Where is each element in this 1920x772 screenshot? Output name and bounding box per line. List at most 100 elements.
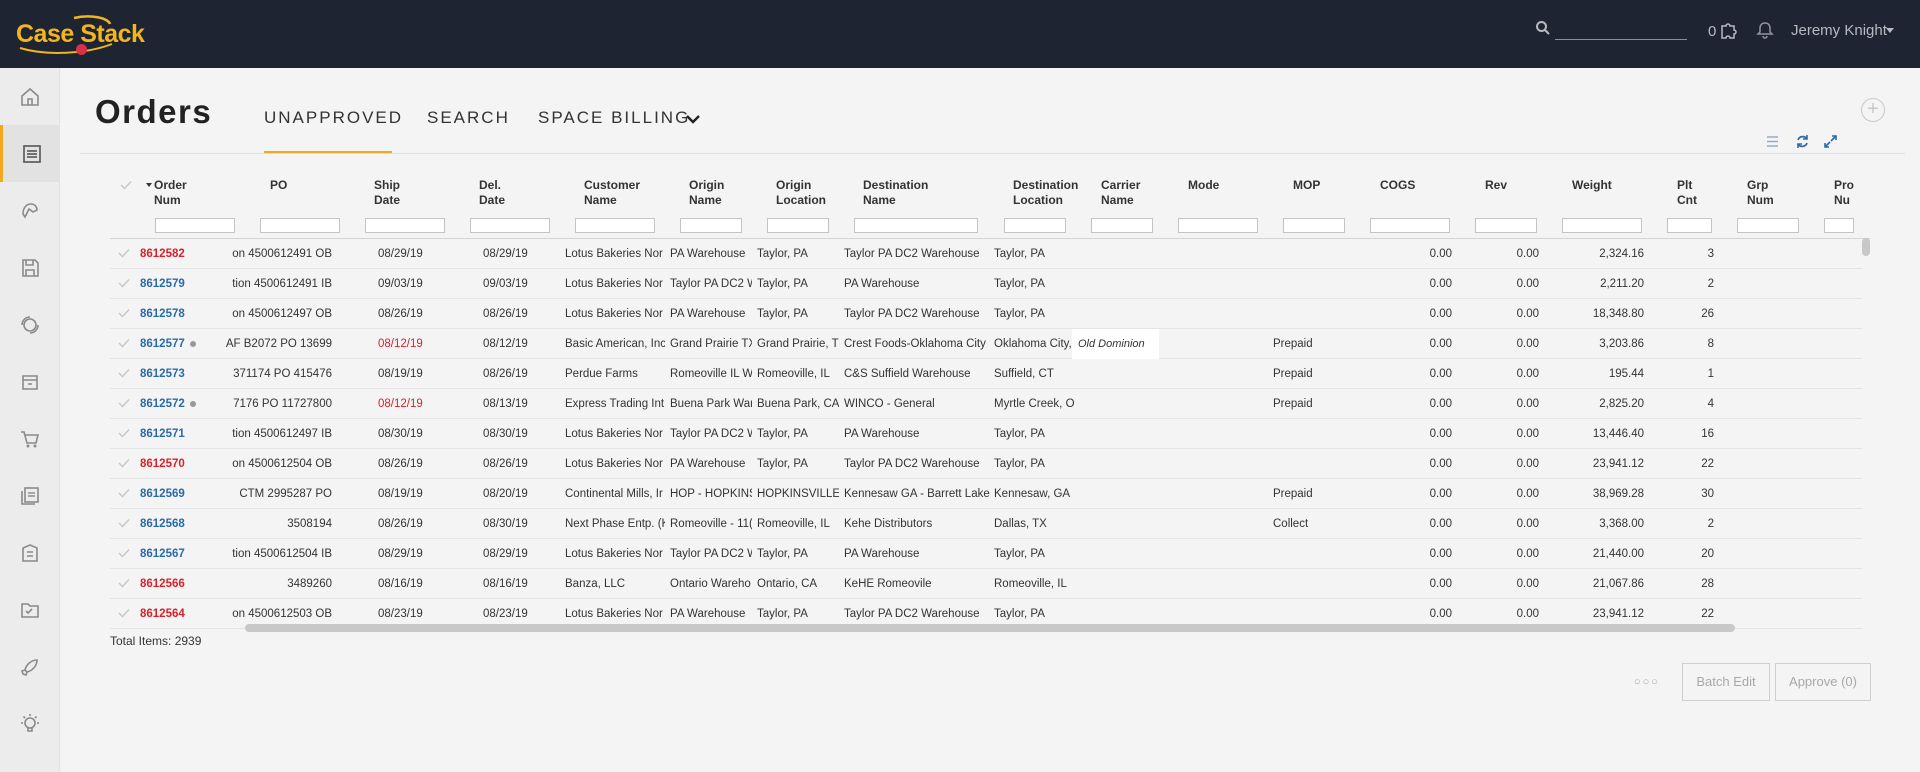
order-number-link[interactable]: 8612572 (140, 398, 210, 410)
sidebar-item-facilities[interactable] (0, 524, 60, 581)
refresh-icon[interactable] (1795, 134, 1810, 149)
filter-grp-num[interactable] (1737, 218, 1799, 233)
order-number-link[interactable]: 8612578 (140, 308, 210, 320)
filter-order-num[interactable] (155, 218, 235, 233)
col-del-date[interactable]: Del. Date (479, 178, 505, 208)
row-check-icon[interactable] (118, 548, 130, 558)
order-number-link[interactable]: 8612579 (140, 278, 210, 290)
table-row[interactable]: 8612573 371174 PO 415476 08/19/19 08/26/19 P… (110, 359, 1862, 389)
col-weight[interactable]: Weight (1572, 178, 1612, 193)
order-number[interactable]: 8612566 (140, 578, 185, 590)
row-check-icon[interactable] (118, 518, 130, 528)
sidebar-item-orders[interactable] (0, 125, 60, 182)
tab-space-billing[interactable]: SPACE BILLING (538, 108, 690, 128)
row-check-icon[interactable] (118, 248, 130, 258)
filter-po[interactable] (260, 218, 340, 233)
sidebar-item-inventory[interactable] (0, 353, 60, 410)
order-number[interactable]: 8612570 (140, 458, 185, 470)
search-icon[interactable] (1535, 20, 1551, 36)
puzzle-icon[interactable] (1718, 20, 1738, 40)
col-ship-date[interactable]: Ship Date (374, 178, 400, 208)
filter-carrier-name[interactable] (1091, 218, 1153, 233)
filter-pro-num[interactable] (1824, 218, 1854, 233)
table-row[interactable]: 8612568 3508194 08/26/19 08/30/19 Next Phase… (110, 509, 1862, 539)
search-input[interactable] (1555, 22, 1687, 40)
order-number-link[interactable]: 8612568 (140, 518, 210, 530)
sidebar-item-launch[interactable] (0, 638, 60, 695)
casestack-logo[interactable]: Case Stack (16, 14, 145, 56)
col-carrier-name[interactable]: Carrier Name (1101, 178, 1140, 208)
tab-unapproved[interactable]: UNAPPROVED (264, 108, 403, 128)
more-options-icon[interactable]: ○○○ (1634, 676, 1660, 688)
order-number-link[interactable]: 8612569 (140, 488, 210, 500)
chevron-down-icon[interactable] (685, 111, 701, 127)
col-destination-location[interactable]: Destination Location (1013, 178, 1078, 208)
order-number[interactable]: 8612572 (140, 398, 185, 410)
col-pro-num[interactable]: Pro Nu (1834, 178, 1854, 208)
order-number-link[interactable]: 8612571 (140, 428, 210, 440)
order-number-link[interactable]: 8612566 (140, 578, 210, 590)
col-customer-name[interactable]: Customer Name (584, 178, 640, 208)
row-check-icon[interactable] (118, 578, 130, 588)
filter-destination-location[interactable] (1004, 218, 1066, 233)
order-number[interactable]: 8612569 (140, 488, 185, 500)
table-row[interactable]: 8612570 on 4500612504 OB 08/26/19 08/26/19 L… (110, 449, 1862, 479)
row-check-icon[interactable] (118, 308, 130, 318)
filter-ship-date[interactable] (365, 218, 445, 233)
sidebar-item-sync[interactable] (0, 296, 60, 353)
col-rev[interactable]: Rev (1485, 178, 1507, 193)
table-row[interactable]: 8612577 AF B2072 PO 13699 08/12/19 08/12/19… (110, 329, 1862, 359)
sidebar-item-save[interactable] (0, 239, 60, 296)
sidebar-item-documents[interactable] (0, 467, 60, 524)
filter-customer-name[interactable] (575, 218, 655, 233)
order-number-link[interactable]: 8612570 (140, 458, 210, 470)
order-number[interactable]: 8612579 (140, 278, 185, 290)
order-number[interactable]: 8612568 (140, 518, 185, 530)
cell-carrier-name[interactable]: Old Dominion (1072, 329, 1159, 359)
row-check-icon[interactable] (118, 368, 130, 378)
select-all-check-icon[interactable] (120, 180, 132, 190)
table-row[interactable]: 8612567 tion 4500612504 IB 08/29/19 08/29/1… (110, 539, 1862, 569)
order-number-link[interactable]: 8612573 (140, 368, 210, 380)
col-grp-num[interactable]: Grp Num (1747, 178, 1774, 208)
order-number-link[interactable]: 8612567 (140, 548, 210, 560)
col-plt-cnt[interactable]: Plt Cnt (1677, 178, 1697, 208)
user-menu-caret-icon[interactable] (1886, 28, 1894, 33)
sidebar-item-home[interactable] (0, 68, 60, 125)
filter-origin-name[interactable] (680, 218, 742, 233)
order-number[interactable]: 8612571 (140, 428, 185, 440)
approve-button[interactable]: Approve (0) (1775, 663, 1871, 701)
filter-mop[interactable] (1283, 218, 1345, 233)
row-check-icon[interactable] (118, 428, 130, 438)
order-number-link[interactable]: 8612577 (140, 338, 210, 350)
row-check-icon[interactable] (118, 488, 130, 498)
row-check-icon[interactable] (118, 398, 130, 408)
col-origin-name[interactable]: Origin Name (689, 178, 724, 208)
filter-destination-name[interactable] (854, 218, 978, 233)
col-mode[interactable]: Mode (1188, 178, 1219, 193)
add-order-button[interactable]: + (1861, 98, 1885, 122)
col-origin-location[interactable]: Origin Location (776, 178, 826, 208)
expand-icon[interactable] (1823, 134, 1838, 149)
row-check-icon[interactable] (118, 458, 130, 468)
col-destination-name[interactable]: Destination Name (863, 178, 928, 208)
filter-cogs[interactable] (1370, 218, 1450, 233)
sidebar-item-partners[interactable] (0, 182, 60, 239)
user-menu-name[interactable]: Jeremy Knight (1791, 22, 1887, 39)
order-number[interactable]: 8612578 (140, 308, 185, 320)
table-row[interactable]: 8612569 CTM 2995287 PO 08/19/19 08/20/19 Con… (110, 479, 1862, 509)
filter-del-date[interactable] (470, 218, 550, 233)
col-order-num[interactable]: Order Num (146, 178, 187, 208)
table-row[interactable]: 8612579 tion 4500612491 IB 09/03/19 09/03/1… (110, 269, 1862, 299)
filter-plt-cnt[interactable] (1667, 218, 1712, 233)
col-cogs[interactable]: COGS (1380, 178, 1415, 193)
order-number-link[interactable]: 8612564 (140, 608, 210, 620)
order-number[interactable]: 8612564 (140, 608, 185, 620)
row-check-icon[interactable] (118, 608, 130, 618)
grid-vertical-scroll-thumb[interactable] (1862, 238, 1870, 256)
batch-edit-button[interactable]: Batch Edit (1682, 663, 1770, 701)
row-check-icon[interactable] (118, 338, 130, 348)
order-number[interactable]: 8612582 (140, 248, 185, 260)
table-row[interactable]: 8612582 on 4500612491 OB 08/29/19 08/29/19 L… (110, 239, 1862, 269)
col-mop[interactable]: MOP (1293, 178, 1320, 193)
